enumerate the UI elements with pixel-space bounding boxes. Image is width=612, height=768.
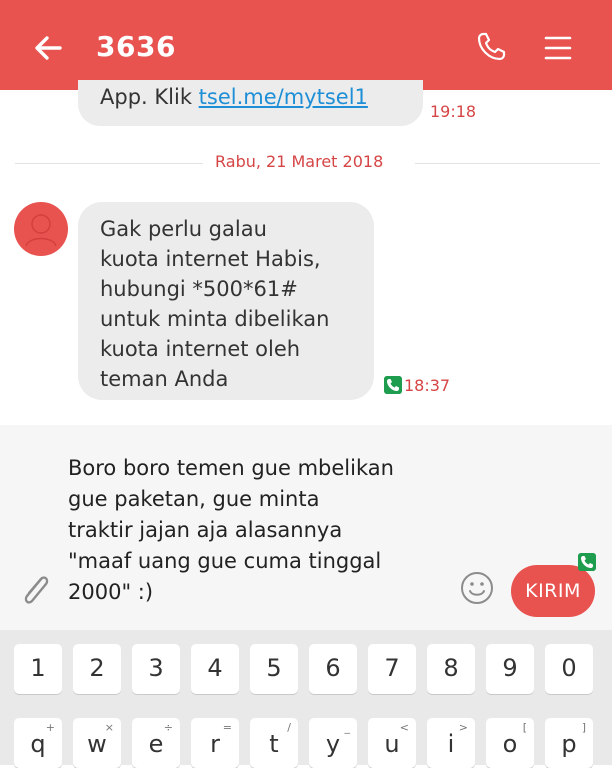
phone-badge-icon — [578, 553, 596, 571]
conversation-title: 3636 — [96, 30, 176, 63]
key-label: p — [561, 730, 577, 758]
send-button[interactable]: KIRIM — [511, 565, 595, 617]
key-2[interactable]: 2 — [73, 644, 121, 694]
key-t[interactable]: / t — [250, 718, 298, 768]
message-line: Gak perlu galau — [100, 217, 267, 241]
key-3[interactable]: 3 — [132, 644, 180, 694]
key-4[interactable]: 4 — [191, 644, 239, 694]
draft-line: Boro boro temen gue mbelikan — [68, 456, 394, 480]
message-line: teman Anda — [100, 367, 229, 391]
key-label: 3 — [148, 654, 164, 682]
date-label: Rabu, 21 Maret 2018 — [215, 152, 384, 171]
draft-line: gue paketan, gue minta — [68, 487, 320, 511]
key-label: 1 — [30, 654, 46, 682]
key-7[interactable]: 7 — [368, 644, 416, 694]
key-e[interactable]: ÷ e — [132, 718, 180, 768]
app-bar: 3636 — [0, 0, 612, 90]
arrow-left-icon[interactable] — [32, 32, 64, 64]
smiley-icon[interactable] — [460, 571, 494, 605]
key-label: 4 — [207, 654, 223, 682]
menu-icon[interactable] — [544, 34, 572, 62]
key-o[interactable]: [o — [486, 718, 534, 768]
draft-line: "maaf uang gue cuma tinggal — [68, 549, 382, 573]
key-0[interactable]: 0 — [545, 644, 593, 694]
key-label: q — [30, 730, 46, 758]
key-label: 6 — [325, 654, 341, 682]
key-w[interactable]: × w — [73, 718, 121, 768]
message-line: hubungi *500*61# — [100, 277, 298, 301]
message-bubble[interactable]: Gak perlu galau kuota internet Habis, hu… — [78, 202, 374, 400]
key-8[interactable]: 8 — [427, 644, 475, 694]
key-i[interactable]: > i — [427, 718, 475, 768]
message-line: kuota internet Habis, — [100, 247, 321, 271]
message-time: 18:37 — [404, 376, 451, 395]
draft-line: traktir jajan aja alasannya — [68, 518, 343, 542]
message-text: App. Klik — [100, 85, 199, 109]
key-6[interactable]: 6 — [309, 644, 357, 694]
key-label: 2 — [89, 654, 105, 682]
message-time: 19:18 — [430, 102, 477, 121]
date-separator: Rabu, 21 Maret 2018 — [15, 152, 600, 176]
divider — [415, 163, 600, 164]
key-9[interactable]: 9 — [486, 644, 534, 694]
key-u[interactable]: < u — [368, 718, 416, 768]
key-label: t — [269, 730, 279, 758]
phone-badge-icon — [384, 376, 402, 394]
key-r[interactable]: = r — [191, 718, 239, 768]
draft-line: 2000" :) — [68, 580, 154, 604]
compose-area: Boro boro temen gue mbelikan gue paketan… — [0, 425, 612, 630]
keyboard: 1 2 3 4 5 6 7 8 9 0 + q × w ÷ e = r / t _ y < u… — [0, 630, 612, 768]
key-q[interactable]: + q — [14, 718, 62, 768]
key-label: 9 — [502, 654, 518, 682]
divider — [15, 163, 203, 164]
key-label: w — [87, 730, 107, 758]
key-1[interactable]: 1 — [14, 644, 62, 694]
key-label: y — [325, 730, 341, 758]
message-link[interactable]: tsel.me/mytsel1 — [199, 85, 368, 109]
key-5[interactable]: 5 — [250, 644, 298, 694]
message-bubble[interactable]: App. Klik tsel.me/mytsel1 — [78, 80, 423, 126]
key-label: u — [384, 730, 400, 758]
key-y[interactable]: _ y — [309, 718, 357, 768]
key-label: e — [148, 730, 164, 758]
key-label: 8 — [443, 654, 459, 682]
message-input[interactable]: Boro boro temen gue mbelikan gue paketan… — [68, 453, 468, 608]
person-icon — [25, 214, 57, 247]
key-label: r — [210, 730, 220, 758]
key-p[interactable]: ] p — [545, 718, 593, 768]
message-line: untuk minta dibelikan — [100, 307, 330, 331]
key-label: 5 — [266, 654, 282, 682]
key-label: 0 — [561, 654, 577, 682]
key-label: o — [502, 730, 518, 758]
paperclip-icon[interactable] — [18, 570, 54, 610]
phone-icon[interactable] — [474, 30, 508, 64]
key-label: 7 — [384, 654, 400, 682]
avatar[interactable] — [14, 202, 68, 256]
key-label: i — [447, 730, 455, 758]
message-list[interactable]: App. Klik tsel.me/mytsel1 19:18 Rabu, 21… — [0, 80, 612, 425]
message-line: kuota internet oleh — [100, 337, 301, 361]
